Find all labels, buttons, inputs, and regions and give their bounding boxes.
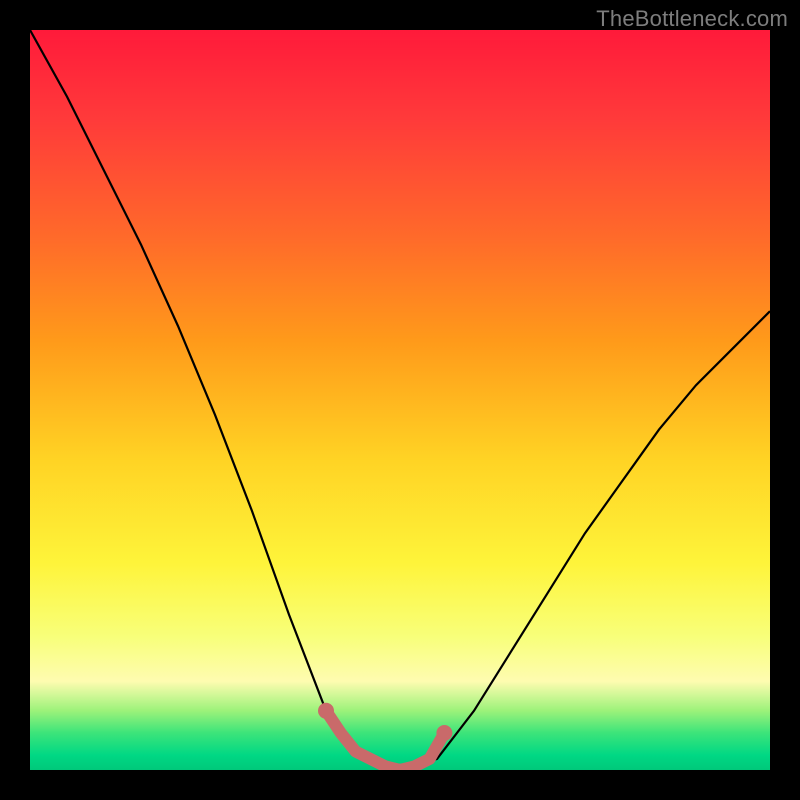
plot-area	[30, 30, 770, 770]
curve-layer	[30, 30, 770, 770]
trough-marker-dot	[318, 703, 334, 719]
watermark-text: TheBottleneck.com	[596, 6, 788, 32]
bottleneck-curve	[30, 30, 770, 770]
trough-marker-dot	[436, 725, 452, 741]
trough-band	[326, 711, 444, 770]
chart-stage: TheBottleneck.com	[0, 0, 800, 800]
